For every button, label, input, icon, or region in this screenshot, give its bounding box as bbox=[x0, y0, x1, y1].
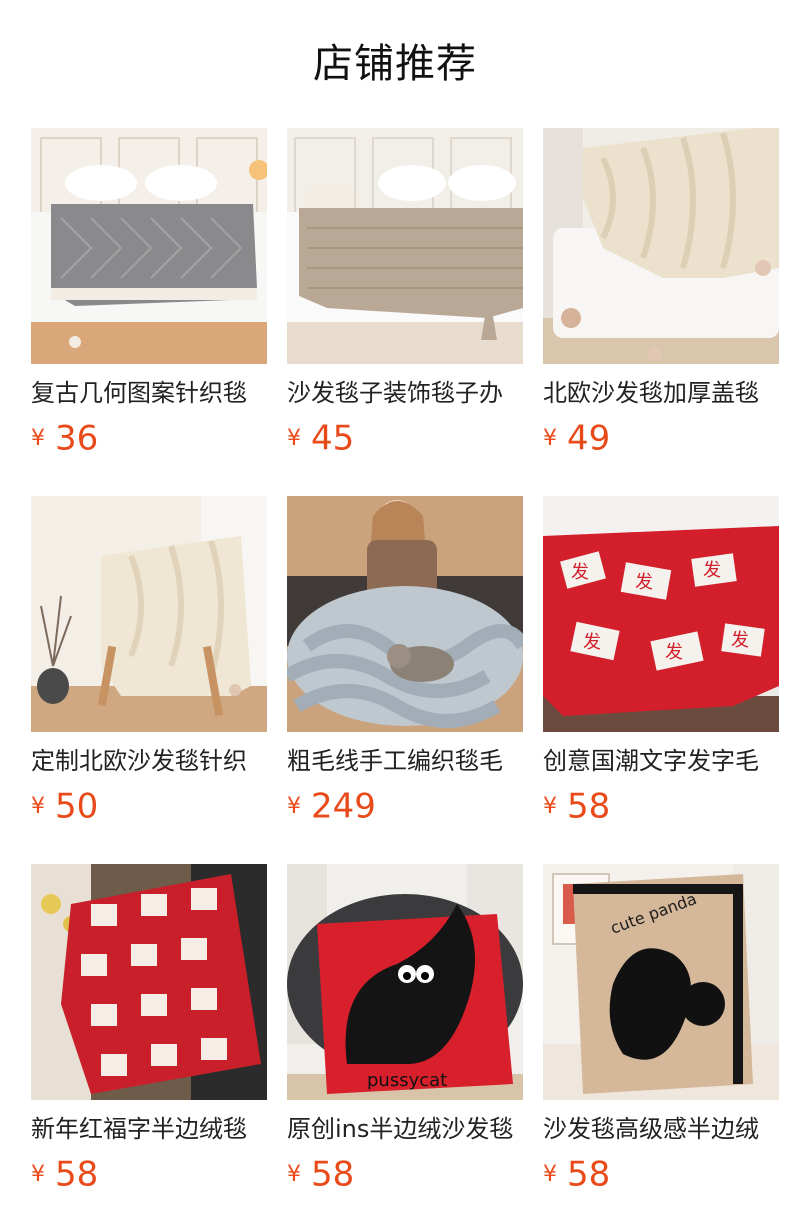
product-price: ¥50 bbox=[31, 786, 267, 827]
product-name[interactable]: 沙发毯高级感半边绒 bbox=[543, 1112, 779, 1146]
price-value: 58 bbox=[567, 786, 611, 827]
product-price: ¥58 bbox=[31, 1154, 267, 1195]
svg-text:发: 发 bbox=[731, 630, 749, 651]
svg-text:发: 发 bbox=[635, 572, 653, 593]
currency-symbol: ¥ bbox=[543, 1161, 557, 1187]
currency-symbol: ¥ bbox=[31, 793, 45, 819]
product-card[interactable]: 复古几何图案针织毯 ¥36 bbox=[31, 128, 267, 459]
price-value: 50 bbox=[55, 786, 99, 827]
product-image[interactable] bbox=[31, 864, 267, 1100]
price-value: 36 bbox=[55, 418, 99, 459]
product-name[interactable]: 沙发毯子装饰毯子办 bbox=[287, 376, 523, 410]
svg-text:发: 发 bbox=[665, 642, 683, 663]
product-name[interactable]: 北欧沙发毯加厚盖毯 bbox=[543, 376, 779, 410]
product-card[interactable]: 粗毛线手工编织毯毛 ¥249 bbox=[287, 496, 523, 827]
currency-symbol: ¥ bbox=[543, 425, 557, 451]
price-value: 49 bbox=[567, 418, 611, 459]
product-card[interactable]: 沙发毯子装饰毯子办 ¥45 bbox=[287, 128, 523, 459]
product-image[interactable] bbox=[31, 128, 267, 364]
price-value: 45 bbox=[311, 418, 355, 459]
product-price: ¥249 bbox=[287, 786, 523, 827]
product-image[interactable] bbox=[543, 128, 779, 364]
product-name[interactable]: 新年红福字半边绒毯 bbox=[31, 1112, 267, 1146]
product-card[interactable]: cute panda 沙发毯高级感半边绒 ¥58 bbox=[543, 864, 779, 1195]
product-card[interactable]: 发发发 发发发 创意国潮文字发字毛 ¥58 bbox=[543, 496, 779, 827]
price-value: 58 bbox=[55, 1154, 99, 1195]
currency-symbol: ¥ bbox=[31, 1161, 45, 1187]
product-image[interactable]: 发发发 发发发 bbox=[543, 496, 779, 732]
svg-text:发: 发 bbox=[703, 560, 721, 581]
product-price: ¥58 bbox=[287, 1154, 523, 1195]
product-card[interactable]: 定制北欧沙发毯针织 ¥50 bbox=[31, 496, 267, 827]
currency-symbol: ¥ bbox=[543, 793, 557, 819]
currency-symbol: ¥ bbox=[31, 425, 45, 451]
currency-symbol: ¥ bbox=[287, 1161, 301, 1187]
product-name[interactable]: 复古几何图案针织毯 bbox=[31, 376, 267, 410]
currency-symbol: ¥ bbox=[287, 425, 301, 451]
svg-text:pussycat: pussycat bbox=[367, 1070, 447, 1091]
product-image[interactable]: cute panda bbox=[543, 864, 779, 1100]
product-image[interactable]: pussycat bbox=[287, 864, 523, 1100]
product-image[interactable] bbox=[287, 496, 523, 732]
product-image[interactable] bbox=[287, 128, 523, 364]
price-value: 249 bbox=[311, 786, 376, 827]
svg-text:发: 发 bbox=[571, 562, 589, 583]
price-value: 58 bbox=[311, 1154, 355, 1195]
product-name[interactable]: 创意国潮文字发字毛 bbox=[543, 744, 779, 778]
product-name[interactable]: 定制北欧沙发毯针织 bbox=[31, 744, 267, 778]
product-price: ¥36 bbox=[31, 418, 267, 459]
product-price: ¥45 bbox=[287, 418, 523, 459]
product-image[interactable] bbox=[31, 496, 267, 732]
product-name[interactable]: 粗毛线手工编织毯毛 bbox=[287, 744, 523, 778]
product-card[interactable]: pussycat 原创ins半边绒沙发毯 ¥58 bbox=[287, 864, 523, 1195]
page-title: 店铺推荐 bbox=[313, 41, 477, 87]
product-price: ¥49 bbox=[543, 418, 779, 459]
currency-symbol: ¥ bbox=[287, 793, 301, 819]
product-card[interactable]: 北欧沙发毯加厚盖毯 ¥49 bbox=[543, 128, 779, 459]
product-name[interactable]: 原创ins半边绒沙发毯 bbox=[287, 1112, 523, 1146]
product-price: ¥58 bbox=[543, 786, 779, 827]
price-value: 58 bbox=[567, 1154, 611, 1195]
product-price: ¥58 bbox=[543, 1154, 779, 1195]
product-card[interactable]: 新年红福字半边绒毯 ¥58 bbox=[31, 864, 267, 1195]
svg-text:发: 发 bbox=[583, 632, 601, 653]
shop-recommend-page: 店铺推荐 复古几何图案针织毯 ¥ 36 沙发毯子装饰毯子办 ¥ 45 北欧沙发毯… bbox=[0, 0, 790, 1232]
